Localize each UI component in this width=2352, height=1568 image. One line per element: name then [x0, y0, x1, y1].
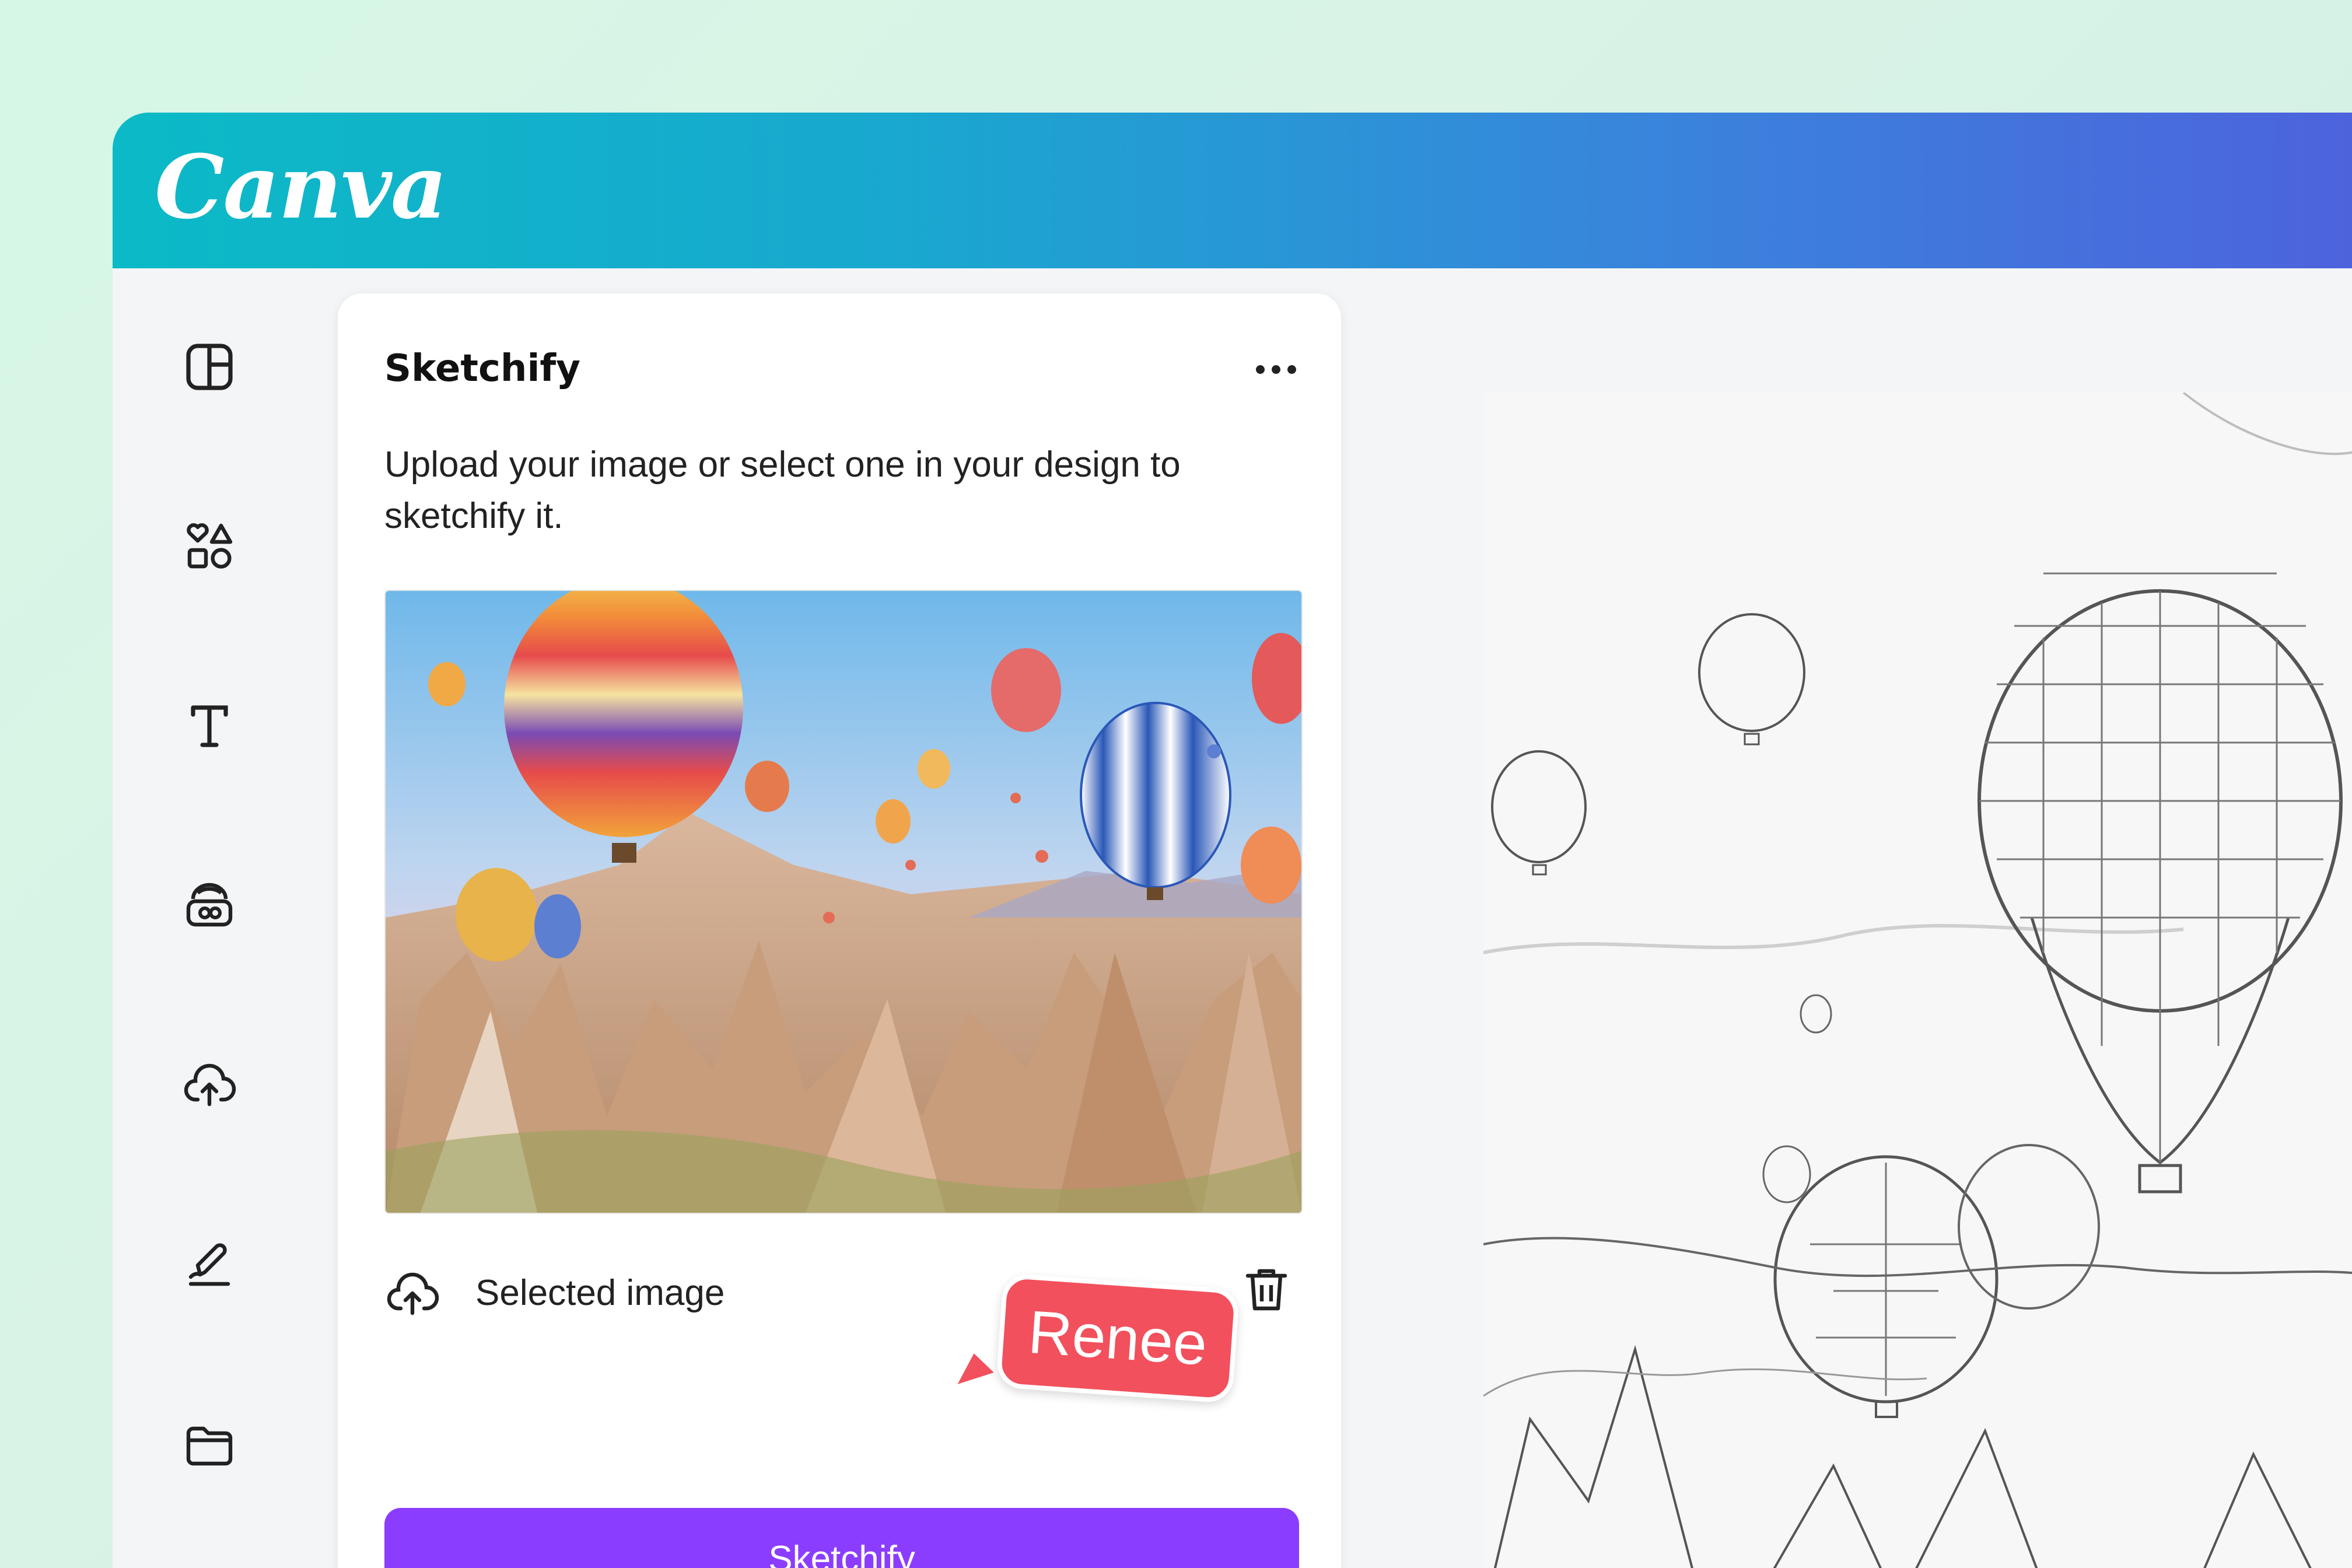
- more-options-button[interactable]: [1247, 352, 1305, 387]
- trash-icon[interactable]: [1238, 1262, 1294, 1318]
- sketchify-button[interactable]: Sketchify: [384, 1508, 1299, 1568]
- sidebar-item-projects[interactable]: [169, 1405, 250, 1485]
- elements-icon: [187, 523, 233, 569]
- panel-description: Upload your image or select one in your …: [384, 444, 1181, 536]
- draw-icon: [188, 1243, 230, 1286]
- sidebar-item-brand[interactable]: [169, 866, 250, 946]
- cloud-upload-icon[interactable]: [384, 1266, 440, 1322]
- canva-logo[interactable]: Canva: [155, 136, 447, 239]
- more-dot-icon: [1287, 365, 1296, 374]
- panel-title: Sketchify: [384, 347, 580, 390]
- sidebar-item-uploads[interactable]: [169, 1045, 250, 1126]
- sketch-output-image: [1483, 393, 2352, 1568]
- side-rail: [113, 268, 317, 1568]
- collaborator-cursor: Renee: [951, 1272, 1240, 1405]
- top-bar: Canva: [113, 113, 2352, 268]
- sidebar-item-elements[interactable]: [169, 506, 250, 587]
- balloon-photo: [386, 591, 1301, 1213]
- sidebar-item-layout[interactable]: [169, 327, 250, 407]
- projects-folder-icon: [186, 1426, 233, 1466]
- sidebar-item-text[interactable]: [169, 686, 250, 766]
- selected-image-preview[interactable]: [384, 590, 1303, 1214]
- sidebar-item-draw[interactable]: [169, 1225, 250, 1306]
- selected-image-label: Selected image: [475, 1273, 725, 1313]
- more-dot-icon: [1255, 365, 1265, 374]
- layout-icon: [186, 344, 233, 390]
- uploads-icon: [184, 1063, 236, 1107]
- cursor-arrow-icon: [951, 1348, 1000, 1391]
- text-icon: [191, 705, 228, 747]
- more-dot-icon: [1271, 365, 1280, 374]
- collaborator-name-tag: Renee: [995, 1273, 1240, 1404]
- brand-icon: [186, 883, 233, 927]
- design-canvas[interactable]: [1483, 393, 2352, 1568]
